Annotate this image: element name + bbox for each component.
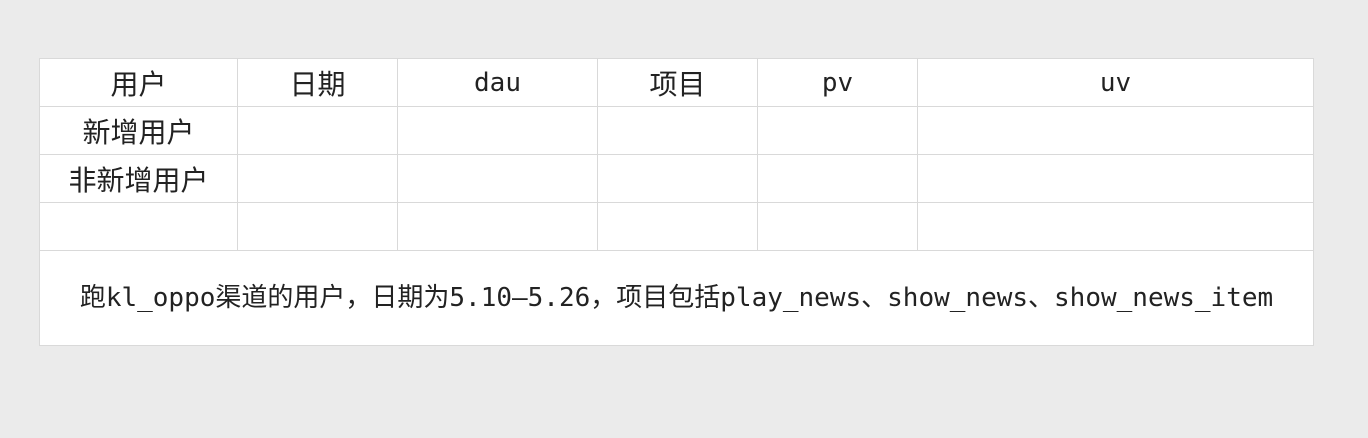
- header-cell-project[interactable]: 项目: [597, 58, 758, 107]
- header-cell-user[interactable]: 用户: [39, 58, 238, 107]
- header-cell-pv[interactable]: pv: [757, 58, 918, 107]
- merged-note-cell[interactable]: 跑kl_oppo渠道的用户，日期为5.10—5.26，项目包括play_news…: [39, 250, 1314, 346]
- cell-project[interactable]: [597, 154, 758, 203]
- cell-user-type[interactable]: 非新增用户: [39, 154, 238, 203]
- cell-uv[interactable]: [917, 106, 1314, 155]
- cell-date[interactable]: [237, 106, 398, 155]
- cell-project[interactable]: [597, 202, 758, 251]
- table-row: 新增用户: [39, 106, 1314, 155]
- header-cell-uv[interactable]: uv: [917, 58, 1314, 107]
- cell-date[interactable]: [237, 202, 398, 251]
- table-row: [39, 202, 1314, 251]
- cell-project[interactable]: [597, 106, 758, 155]
- cell-pv[interactable]: [757, 106, 918, 155]
- table-row: 非新增用户: [39, 154, 1314, 203]
- cell-dau[interactable]: [397, 106, 598, 155]
- cell-pv[interactable]: [757, 154, 918, 203]
- spreadsheet-page: 用户 日期 dau 项目 pv uv 新增用户 非新增用户 跑kl_oppo渠道…: [0, 0, 1368, 438]
- cell-user-type[interactable]: 新增用户: [39, 106, 238, 155]
- cell-uv[interactable]: [917, 202, 1314, 251]
- cell-uv[interactable]: [917, 154, 1314, 203]
- cell-date[interactable]: [237, 154, 398, 203]
- note-row: 跑kl_oppo渠道的用户，日期为5.10—5.26，项目包括play_news…: [39, 250, 1314, 346]
- header-cell-date[interactable]: 日期: [237, 58, 398, 107]
- header-cell-dau[interactable]: dau: [397, 58, 598, 107]
- cell-pv[interactable]: [757, 202, 918, 251]
- cell-dau[interactable]: [397, 154, 598, 203]
- cell-dau[interactable]: [397, 202, 598, 251]
- cell-user-type[interactable]: [39, 202, 238, 251]
- header-row: 用户 日期 dau 项目 pv uv: [39, 58, 1314, 107]
- data-table: 用户 日期 dau 项目 pv uv 新增用户 非新增用户 跑kl_oppo渠道…: [39, 58, 1314, 346]
